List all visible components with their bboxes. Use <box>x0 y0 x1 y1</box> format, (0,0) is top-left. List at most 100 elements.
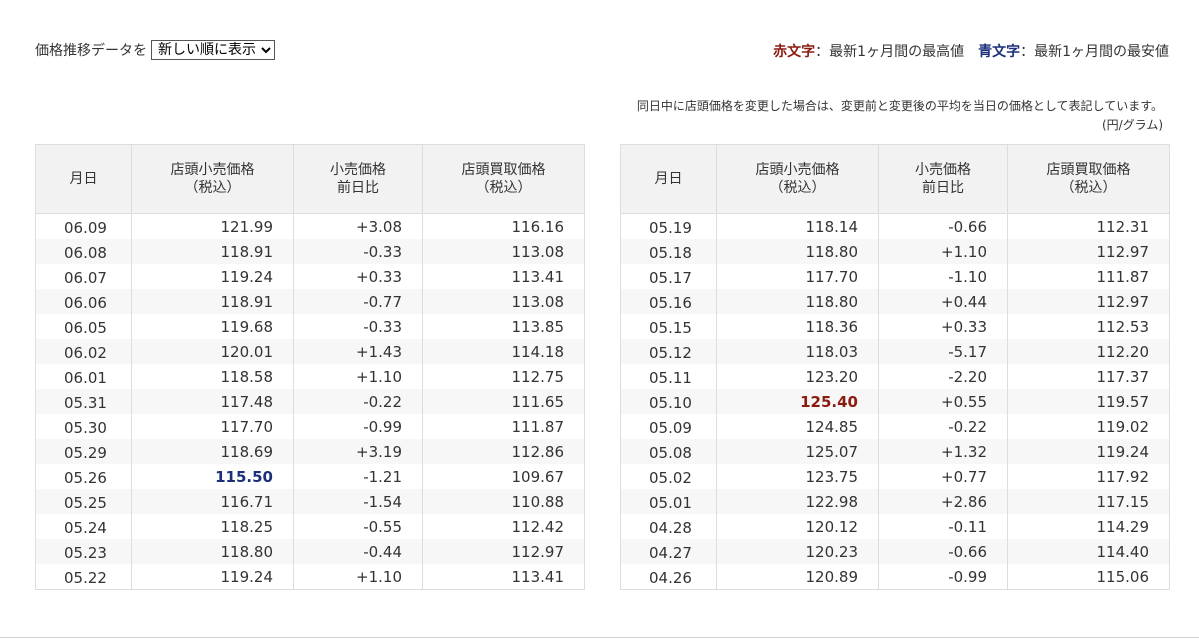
header-retail-price: 店頭小売価格 （税込） <box>131 144 294 214</box>
cell-retail-price: 115.50 <box>131 464 294 489</box>
cell-date: 05.25 <box>35 489 132 514</box>
table-row: 05.16 118.80 +0.44 112.97 <box>620 289 1170 314</box>
cell-buy-price: 112.97 <box>422 539 585 564</box>
cell-retail-diff: -1.21 <box>293 464 423 489</box>
cell-retail-price: 121.99 <box>131 213 294 239</box>
cell-retail-diff: -0.99 <box>293 414 423 439</box>
cell-retail-price: 117.70 <box>716 264 879 289</box>
cell-retail-price: 118.69 <box>131 439 294 464</box>
cell-date: 04.28 <box>620 514 717 539</box>
cell-retail-diff: +1.10 <box>293 564 423 590</box>
cell-retail-diff: -0.99 <box>878 564 1008 590</box>
cell-buy-price: 111.65 <box>422 389 585 414</box>
cell-retail-price: 118.25 <box>131 514 294 539</box>
cell-retail-diff: -1.54 <box>293 489 423 514</box>
sort-control: 価格推移データを 新しい順に表示 <box>35 40 275 60</box>
cell-retail-diff: -1.10 <box>878 264 1008 289</box>
cell-buy-price: 112.97 <box>1007 289 1170 314</box>
table-row: 05.19 118.14 -0.66 112.31 <box>620 213 1170 239</box>
cell-retail-price: 118.91 <box>131 289 294 314</box>
header-retail-price: 店頭小売価格 （税込） <box>716 144 879 214</box>
cell-retail-price: 117.70 <box>131 414 294 439</box>
cell-buy-price: 114.29 <box>1007 514 1170 539</box>
cell-retail-price: 125.40 <box>716 389 879 414</box>
price-history-table-left: 月日 店頭小売価格 （税込） 小売価格 前日比 店頭買取価格 （税込） 06.09 12… <box>35 144 585 590</box>
table-row: 05.24 118.25 -0.55 112.42 <box>35 514 585 539</box>
cell-date: 05.08 <box>620 439 717 464</box>
legend-red-desc: ：最新1ヶ月間の最高値 <box>815 44 965 60</box>
cell-retail-price: 123.75 <box>716 464 879 489</box>
table-row: 04.27 120.23 -0.66 114.40 <box>620 539 1170 564</box>
cell-buy-price: 112.97 <box>1007 239 1170 264</box>
table-row: 06.01 118.58 +1.10 112.75 <box>35 364 585 389</box>
cell-retail-diff: -0.33 <box>293 239 423 264</box>
cell-date: 05.15 <box>620 314 717 339</box>
table-row: 05.12 118.03 -5.17 112.20 <box>620 339 1170 364</box>
cell-retail-price: 118.80 <box>131 539 294 564</box>
cell-retail-price: 125.07 <box>716 439 879 464</box>
table-row: 06.09 121.99 +3.08 116.16 <box>35 213 585 239</box>
sort-label: 価格推移データを <box>35 43 147 59</box>
cell-retail-diff: +1.10 <box>293 364 423 389</box>
cell-buy-price: 114.18 <box>422 339 585 364</box>
table-row: 06.02 120.01 +1.43 114.18 <box>35 339 585 364</box>
cell-retail-price: 122.98 <box>716 489 879 514</box>
price-legend: 赤文字：最新1ヶ月間の最高値 青文字：最新1ヶ月間の最安値 <box>773 41 1169 61</box>
cell-date: 05.17 <box>620 264 717 289</box>
cell-retail-diff: +3.19 <box>293 439 423 464</box>
cell-date: 05.12 <box>620 339 717 364</box>
cell-retail-price: 119.68 <box>131 314 294 339</box>
cell-buy-price: 112.75 <box>422 364 585 389</box>
cell-date: 05.01 <box>620 489 717 514</box>
cell-date: 06.06 <box>35 289 132 314</box>
table-row: 06.07 119.24 +0.33 113.41 <box>35 264 585 289</box>
cell-retail-diff: +0.33 <box>293 264 423 289</box>
sort-order-select[interactable]: 新しい順に表示 <box>151 40 275 60</box>
cell-retail-price: 118.58 <box>131 364 294 389</box>
cell-buy-price: 112.53 <box>1007 314 1170 339</box>
price-note: 同日中に店頭価格を変更した場合は、変更前と変更後の平均を当日の価格として表記して… <box>637 97 1163 135</box>
cell-buy-price: 119.02 <box>1007 414 1170 439</box>
cell-retail-price: 120.12 <box>716 514 879 539</box>
cell-buy-price: 111.87 <box>1007 264 1170 289</box>
cell-retail-price: 118.80 <box>716 289 879 314</box>
unit-label: (円/グラム) <box>1101 118 1163 132</box>
cell-retail-price: 118.80 <box>716 239 879 264</box>
cell-retail-diff: +0.77 <box>878 464 1008 489</box>
cell-retail-price: 120.01 <box>131 339 294 364</box>
price-history-table-right: 月日 店頭小売価格 （税込） 小売価格 前日比 店頭買取価格 （税込） 05.19 11… <box>620 144 1170 590</box>
cell-date: 05.18 <box>620 239 717 264</box>
cell-date: 05.30 <box>35 414 132 439</box>
footer-divider <box>0 637 1199 638</box>
cell-retail-price: 116.71 <box>131 489 294 514</box>
table-row: 06.06 118.91 -0.77 113.08 <box>35 289 585 314</box>
cell-retail-price: 124.85 <box>716 414 879 439</box>
cell-buy-price: 117.37 <box>1007 364 1170 389</box>
legend-blue-desc: ：最新1ヶ月間の最安値 <box>1020 44 1169 60</box>
cell-retail-diff: +1.10 <box>878 239 1008 264</box>
header-buy-price: 店頭買取価格 （税込） <box>422 144 585 214</box>
cell-date: 06.07 <box>35 264 132 289</box>
legend-blue-label: 青文字 <box>978 44 1021 60</box>
cell-retail-price: 118.14 <box>716 213 879 239</box>
note-text: 同日中に店頭価格を変更した場合は、変更前と変更後の平均を当日の価格として表記して… <box>636 99 1163 113</box>
table-row: 05.31 117.48 -0.22 111.65 <box>35 389 585 414</box>
cell-retail-price: 120.89 <box>716 564 879 590</box>
cell-buy-price: 111.87 <box>422 414 585 439</box>
cell-buy-price: 112.42 <box>422 514 585 539</box>
cell-buy-price: 119.24 <box>1007 439 1170 464</box>
cell-retail-diff: +1.32 <box>878 439 1008 464</box>
cell-buy-price: 117.15 <box>1007 489 1170 514</box>
header-date: 月日 <box>35 144 132 214</box>
cell-date: 06.05 <box>35 314 132 339</box>
cell-retail-diff: +2.86 <box>878 489 1008 514</box>
table-header-row: 月日 店頭小売価格 （税込） 小売価格 前日比 店頭買取価格 （税込） <box>620 144 1170 214</box>
header-retail-diff: 小売価格 前日比 <box>878 144 1008 214</box>
cell-buy-price: 109.67 <box>422 464 585 489</box>
cell-date: 05.09 <box>620 414 717 439</box>
table-row: 05.10 125.40 +0.55 119.57 <box>620 389 1170 414</box>
cell-date: 05.23 <box>35 539 132 564</box>
table-header-row: 月日 店頭小売価格 （税込） 小売価格 前日比 店頭買取価格 （税込） <box>35 144 585 214</box>
table-row: 05.26 115.50 -1.21 109.67 <box>35 464 585 489</box>
table-row: 06.08 118.91 -0.33 113.08 <box>35 239 585 264</box>
